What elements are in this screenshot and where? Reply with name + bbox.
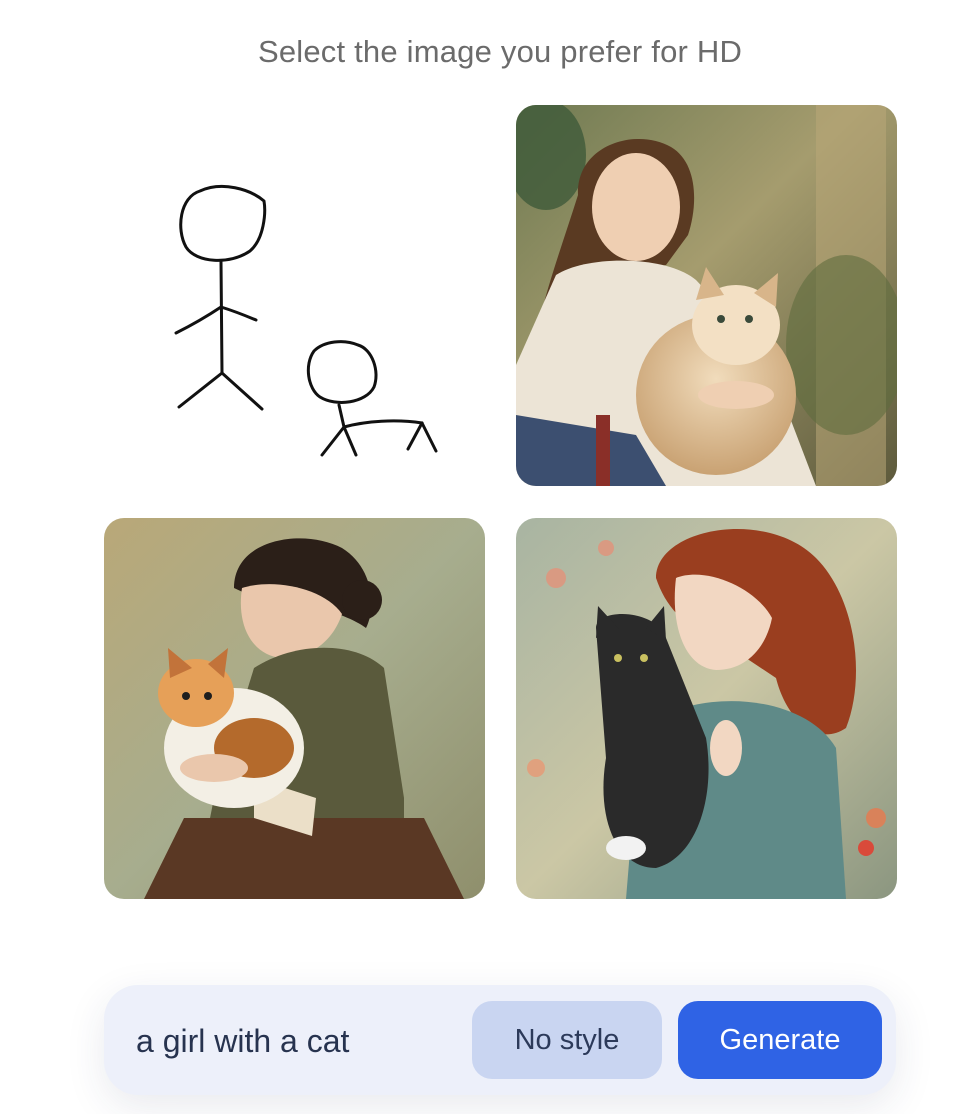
image-option-2[interactable] [516, 105, 897, 486]
image-option-4[interactable] [516, 518, 897, 899]
style-selector-button[interactable]: No style [472, 1001, 662, 1079]
image-option-1[interactable] [104, 105, 485, 486]
page-title: Select the image you prefer for HD [257, 34, 743, 69]
girl-calico-cat-painting [104, 518, 485, 899]
stick-figure-drawing [174, 184, 438, 457]
prompt-bar: No style Generate [104, 985, 896, 1095]
girl-cream-cat-painting [516, 105, 897, 486]
girl-black-cat-painting [516, 518, 897, 899]
image-option-3[interactable] [104, 518, 485, 899]
generate-button[interactable]: Generate [678, 1001, 882, 1079]
prompt-input[interactable] [136, 1019, 456, 1063]
